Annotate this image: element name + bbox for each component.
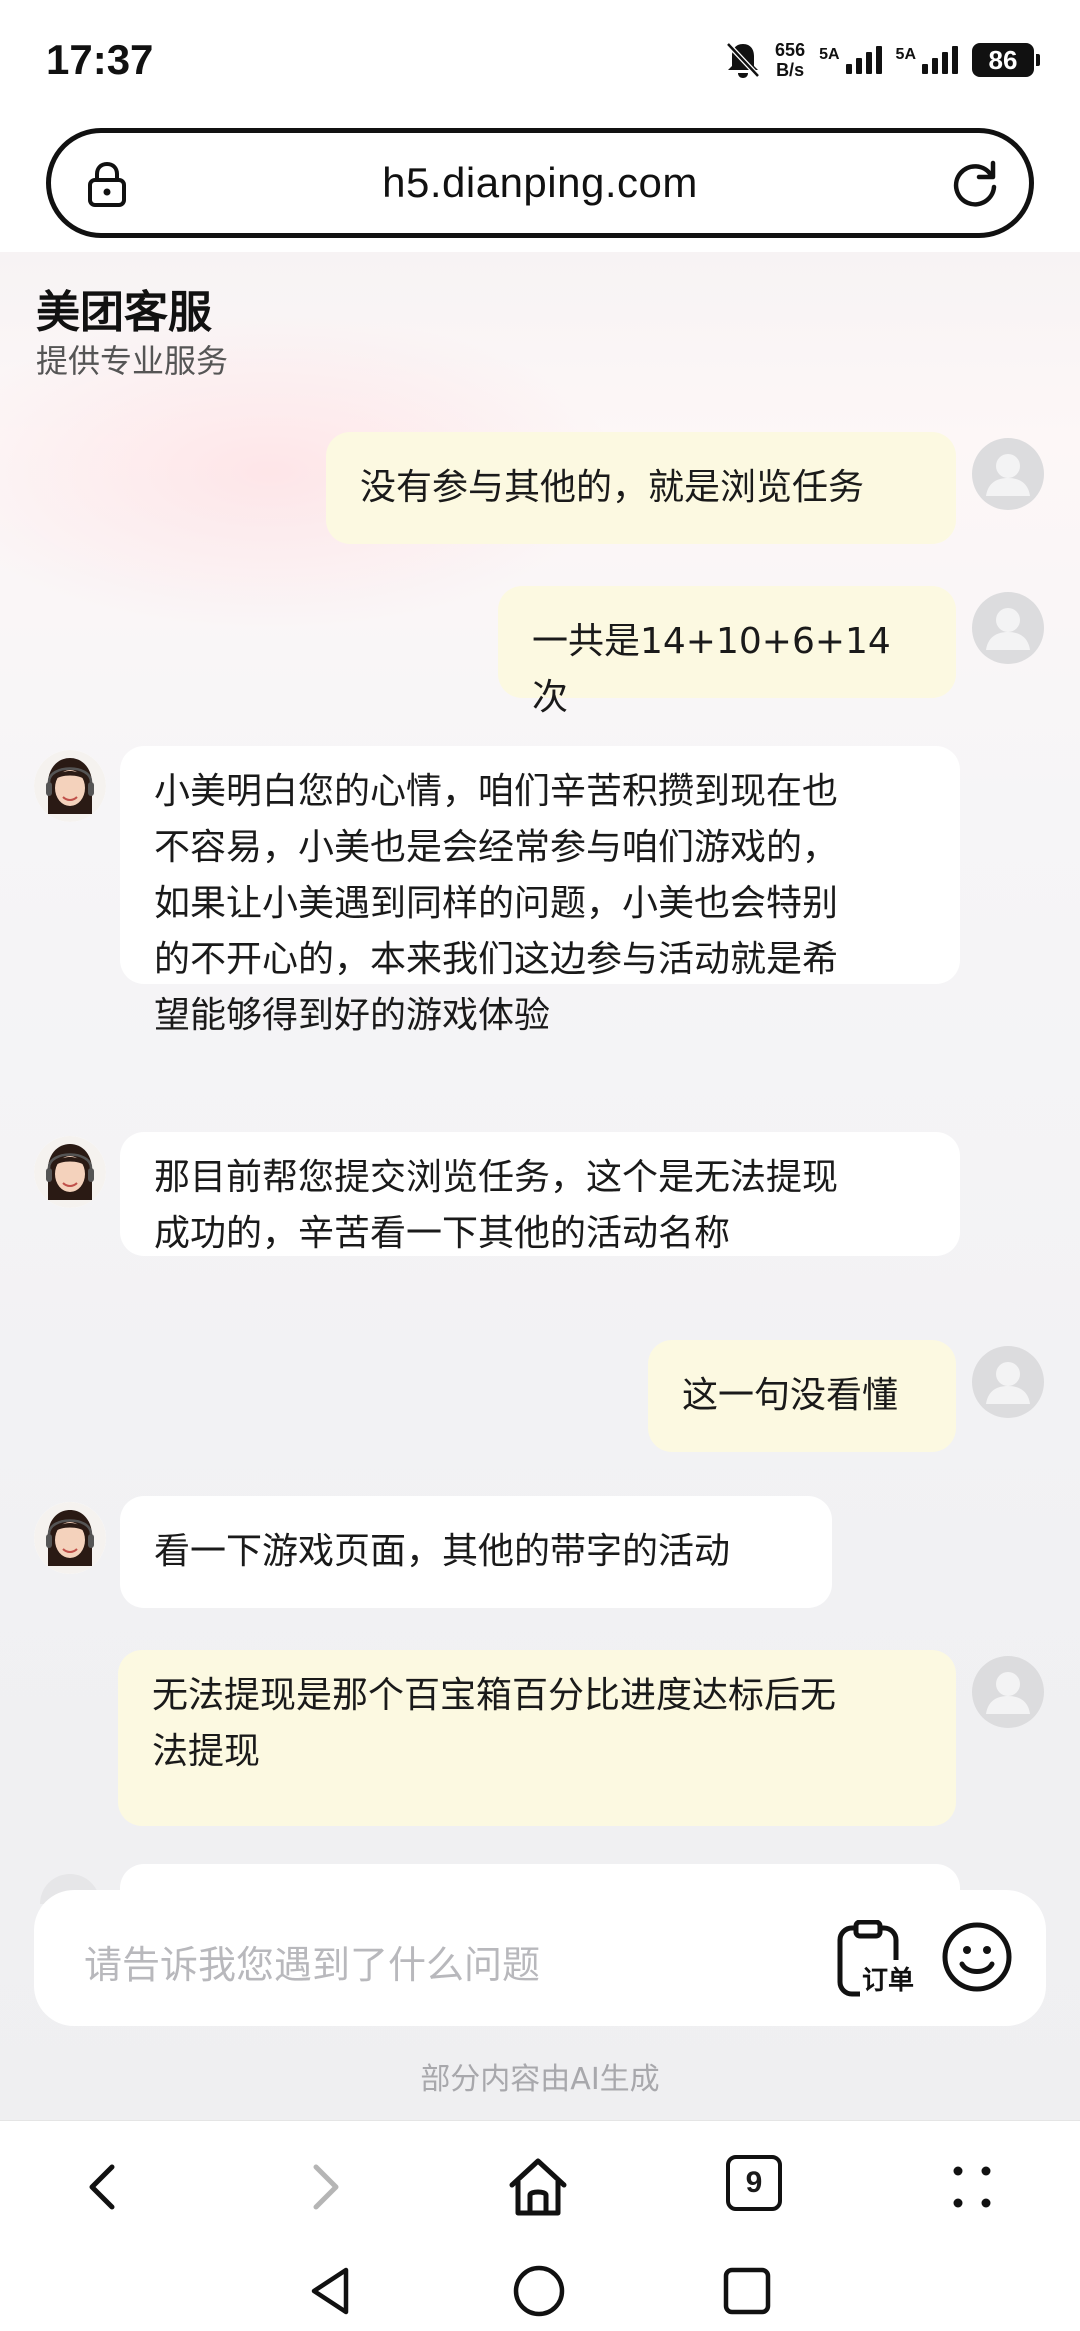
agent-avatar-icon	[34, 1502, 106, 1574]
status-time: 17:37	[46, 36, 154, 83]
system-recents-icon[interactable]	[720, 2264, 774, 2318]
user-avatar[interactable]	[972, 438, 1044, 510]
user-message[interactable]: 无法提现是那个百宝箱百分比进度达标后无 法提现	[118, 1650, 956, 1826]
agent-avatar-icon	[34, 750, 106, 822]
message-input-bar[interactable]: 请告诉我您遇到了什么问题 订单	[34, 1890, 1046, 2026]
battery-indicator: 86	[972, 43, 1040, 77]
user-avatar-icon	[986, 1672, 1030, 1714]
net-speed-unit: B/s	[776, 60, 805, 80]
reload-icon[interactable]	[947, 157, 1003, 213]
forward-icon[interactable]	[292, 2155, 356, 2219]
user-avatar[interactable]	[972, 1656, 1044, 1728]
message-line: 成功的，辛苦看一下其他的活动名称	[154, 1213, 731, 1254]
sim2-signal-icon: 5A	[896, 46, 958, 74]
user-avatar-icon	[986, 608, 1030, 650]
message-text: 没有参与其他的，就是浏览任务	[360, 467, 865, 508]
message-line: 如果让小美遇到同样的问题，小美也会特别	[154, 883, 839, 924]
menu-icon[interactable]	[940, 2155, 1004, 2219]
sim2-label: 5A	[895, 46, 916, 63]
bot-message[interactable]: 那目前帮您提交浏览任务，这个是无法提现 成功的，辛苦看一下其他的活动名称	[120, 1132, 960, 1256]
user-avatar[interactable]	[972, 592, 1044, 664]
user-message[interactable]: 一共是14+10+6+14次	[498, 586, 956, 718]
user-message[interactable]: 这一句没看懂	[648, 1340, 956, 1452]
url-text[interactable]: h5.dianping.com	[382, 159, 698, 207]
user-avatar[interactable]	[972, 1346, 1044, 1418]
bot-avatar[interactable]	[34, 1136, 106, 1208]
url-bar[interactable]: h5.dianping.com	[46, 128, 1034, 238]
message-line: 望能够得到好的游戏体验	[154, 995, 551, 1036]
message-input[interactable]: 请告诉我您遇到了什么问题	[84, 1934, 540, 1989]
emoji-icon[interactable]	[940, 1920, 1014, 1994]
message-line: 的不开心的，本来我们这边参与活动就是希	[154, 939, 839, 980]
agent-avatar-icon	[34, 1136, 106, 1208]
bell-off-icon	[726, 42, 760, 78]
net-speed-value: 656	[775, 40, 806, 60]
browser-toolbar: 9	[0, 2120, 1080, 2250]
system-back-icon[interactable]	[304, 2264, 358, 2318]
bot-message[interactable]: 小美明白您的心情，咱们辛苦积攒到现在也 不容易，小美也是会经常参与咱们游戏的， …	[120, 746, 960, 1036]
system-navigation-bar	[0, 2250, 1080, 2331]
ai-disclaimer: 部分内容由AI生成	[420, 2062, 660, 2097]
order-label[interactable]: 订单	[860, 1960, 917, 1997]
tabs-icon[interactable]: 9	[726, 2155, 782, 2211]
user-avatar-icon	[986, 1362, 1030, 1404]
message-line: 小美明白您的心情，咱们辛苦积攒到现在也	[154, 771, 839, 812]
bot-message[interactable]: 看一下游戏页面，其他的带字的活动	[120, 1496, 832, 1608]
system-home-icon[interactable]	[512, 2264, 566, 2318]
page-title: 美团客服	[36, 287, 212, 338]
bot-avatar[interactable]	[34, 1502, 106, 1574]
status-icons: 656 B/s 5A 5A 86	[725, 40, 1040, 80]
message-text: 看一下游戏页面，其他的带字的活动	[154, 1531, 731, 1572]
message-text: 一共是14+10+6+14次	[532, 621, 891, 718]
status-bar: 17:37 656 B/s 5A 5A 86	[0, 0, 1080, 120]
chat-area[interactable]: 美团客服 提供专业服务 没有参与其他的，就是浏览任务 一共是14+10+6+14…	[0, 252, 1080, 2120]
message-line: 那目前帮您提交浏览任务，这个是无法提现	[154, 1157, 839, 1198]
net-speed: 656 B/s	[775, 40, 805, 80]
message-text: 这一句没看懂	[682, 1375, 899, 1416]
message-line: 无法提现是那个百宝箱百分比进度达标后无	[152, 1675, 837, 1716]
user-avatar-icon	[986, 454, 1030, 496]
home-icon[interactable]	[506, 2155, 570, 2219]
sim1-label: 5A	[819, 46, 840, 63]
message-line: 法提现	[152, 1731, 261, 1772]
sim1-signal-icon: 5A	[819, 46, 882, 74]
page-subtitle: 提供专业服务	[36, 342, 229, 380]
message-line: 不容易，小美也是会经常参与咱们游戏的，	[154, 827, 839, 868]
bot-avatar[interactable]	[34, 750, 106, 822]
back-icon[interactable]	[72, 2155, 136, 2219]
lock-icon[interactable]	[87, 161, 127, 207]
user-message[interactable]: 没有参与其他的，就是浏览任务	[326, 432, 956, 544]
